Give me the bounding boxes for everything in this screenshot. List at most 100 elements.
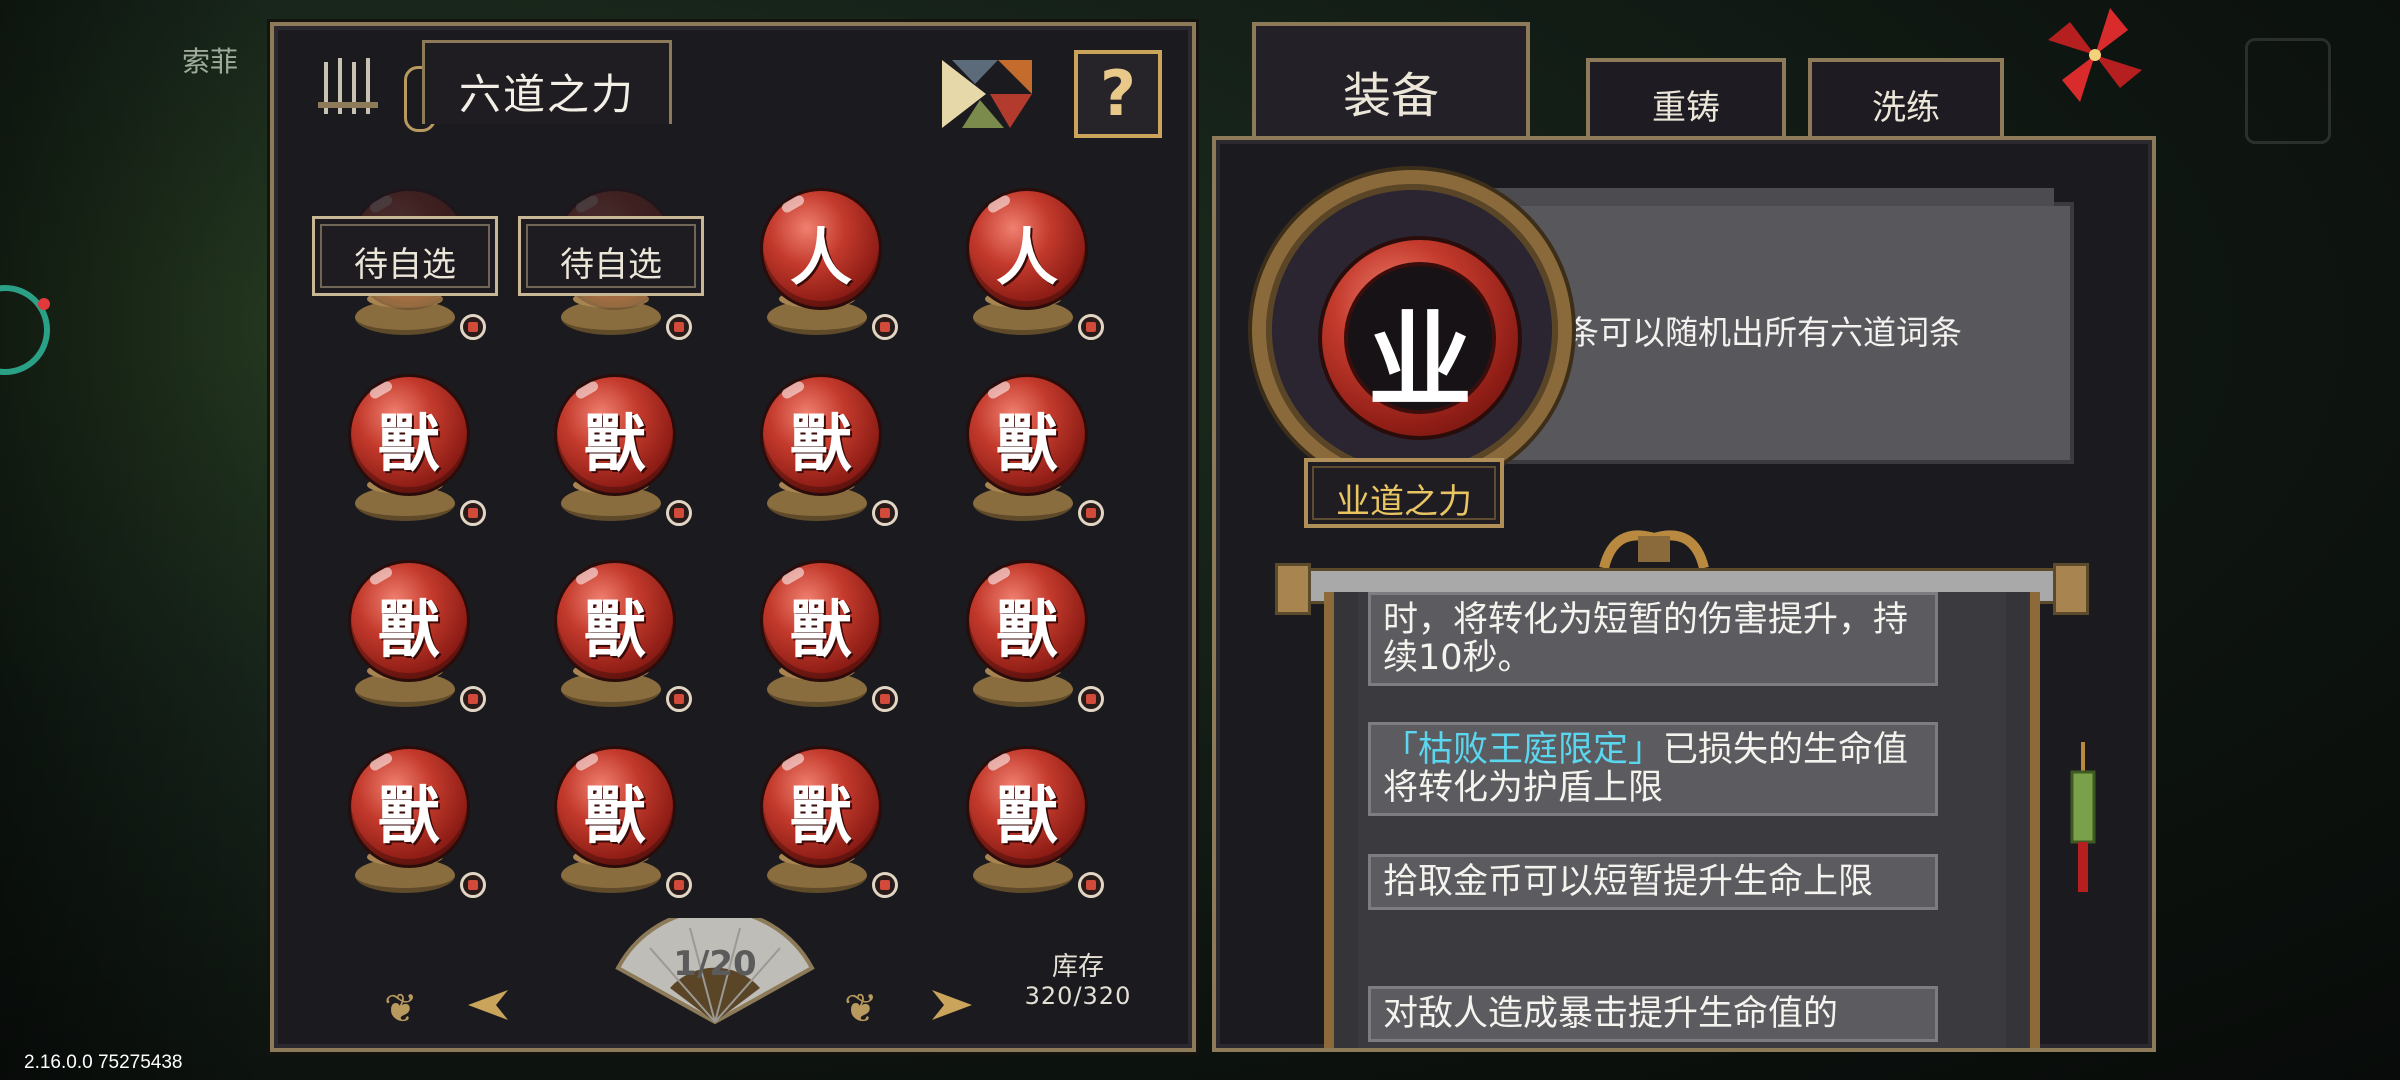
pinwheel-icon[interactable]: [2040, 0, 2150, 110]
orb-glyph: 獸: [377, 407, 440, 480]
power-slot[interactable]: 獸: [928, 360, 1118, 540]
lock-badge-icon[interactable]: [666, 686, 692, 712]
orb-glyph: 獸: [995, 407, 1058, 480]
tab-label: 重铸: [1652, 88, 1720, 128]
lock-badge-icon[interactable]: [460, 314, 486, 340]
lock-badge-icon[interactable]: [1078, 872, 1104, 898]
lock-badge-icon[interactable]: [1078, 686, 1104, 712]
power-slot[interactable]: 人: [722, 174, 912, 354]
power-slot[interactable]: 獸: [516, 546, 706, 726]
tab-equip[interactable]: 装备: [1252, 22, 1530, 140]
lock-badge-icon[interactable]: [872, 872, 898, 898]
lock-badge-icon[interactable]: [460, 686, 486, 712]
lock-badge-icon[interactable]: [460, 872, 486, 898]
affix-entry: 时，将转化为短暂的伤害提升，持续10秒。: [1368, 592, 1938, 686]
lock-badge-icon[interactable]: [872, 686, 898, 712]
player-name: 索菲: [182, 45, 239, 78]
sword-rack-icon: [318, 58, 378, 114]
power-orb[interactable]: 獸: [348, 374, 470, 496]
power-orb[interactable]: 獸: [554, 746, 676, 868]
affix-entry: 拾取金币可以短暂提升生命上限: [1368, 854, 1938, 910]
power-slot[interactable]: 待自选: [310, 174, 500, 354]
tassel-icon: [2070, 742, 2096, 892]
item-name: 业道之力: [1336, 482, 1472, 522]
orb-glyph: 獸: [377, 779, 440, 852]
lock-badge-icon[interactable]: [872, 500, 898, 526]
pending-select-label[interactable]: 待自选: [312, 216, 498, 296]
item-name-plate: 业道之力: [1304, 458, 1504, 528]
arrow-right-icon[interactable]: [930, 988, 974, 1022]
notification-dot: [38, 298, 50, 310]
lock-badge-icon[interactable]: [666, 314, 692, 340]
orb-glyph: 獸: [789, 779, 852, 852]
orb-glyph: 业: [1367, 299, 1472, 422]
affix-entry: 「枯败王庭限定」已损失的生命值将转化为护盾上限: [1368, 722, 1938, 816]
karma-orb-icon: 业: [1318, 236, 1522, 440]
help-icon: ?: [1100, 57, 1136, 130]
affix-scroll[interactable]: 时，将转化为短暂的伤害提升，持续10秒。 「枯败王庭限定」已损失的生命值将转化为…: [1324, 592, 2040, 1048]
power-orb[interactable]: 獸: [760, 560, 882, 682]
orb-glyph: 獸: [789, 593, 852, 666]
power-orb[interactable]: 獸: [554, 374, 676, 496]
orb-glyph: 獸: [583, 407, 646, 480]
arrow-left-icon[interactable]: [466, 988, 510, 1022]
cloud-ornament-right: ❦: [844, 986, 878, 1032]
power-slot[interactable]: 獸: [722, 732, 912, 912]
power-orb[interactable]: 獸: [966, 374, 1088, 496]
lock-badge-icon[interactable]: [872, 314, 898, 340]
affix-entry: 对敌人造成暴击提升生命值的: [1368, 986, 1938, 1042]
power-orb[interactable]: 獸: [760, 374, 882, 496]
stock-label: 库存: [1051, 952, 1104, 982]
help-button[interactable]: ?: [1074, 50, 1162, 138]
power-orb[interactable]: 獸: [554, 560, 676, 682]
stock-value: 320/320: [1024, 982, 1132, 1010]
six-paths-panel: 六道之力 ? 待自选 待自选人人獸獸獸獸獸獸獸獸獸獸獸獸 ❦ ❦ 1/20 库存 …: [270, 22, 1196, 1052]
power-slot[interactable]: 獸: [310, 546, 500, 726]
power-orb[interactable]: 獸: [966, 560, 1088, 682]
background-frame: [2245, 38, 2331, 144]
lock-badge-icon[interactable]: [1078, 314, 1104, 340]
power-grid: 待自选 待自选人人獸獸獸獸獸獸獸獸獸獸獸獸: [310, 174, 1140, 914]
power-orb[interactable]: 獸: [966, 746, 1088, 868]
lock-badge-icon[interactable]: [666, 500, 692, 526]
power-orb[interactable]: 獸: [760, 746, 882, 868]
background-game-world: [0, 0, 270, 1080]
cloud-ornament-left: ❦: [384, 986, 418, 1032]
version-label: 2.16.0.0 75275438: [24, 1052, 183, 1073]
page-indicator: 1/20: [673, 944, 757, 984]
orb-glyph: 獸: [995, 779, 1058, 852]
power-slot[interactable]: 待自选: [516, 174, 706, 354]
orb-glyph: 獸: [377, 593, 440, 666]
orb-glyph: 獸: [995, 593, 1058, 666]
power-orb[interactable]: 人: [966, 188, 1088, 310]
power-slot[interactable]: 獸: [310, 732, 500, 912]
power-slot[interactable]: 獸: [516, 360, 706, 540]
lock-badge-icon[interactable]: [1078, 500, 1104, 526]
power-orb[interactable]: 獸: [348, 746, 470, 868]
orb-glyph: 人: [995, 221, 1058, 294]
power-slot[interactable]: 獸: [722, 546, 912, 726]
tab-label: 装备: [1342, 68, 1439, 124]
title-tab: 六道之力: [422, 40, 672, 124]
tab-refine[interactable]: 洗练: [1808, 58, 2004, 140]
orb-glyph: 獸: [583, 593, 646, 666]
power-slot[interactable]: 人: [928, 174, 1118, 354]
equip-panel: 副词条可以随机出所有六道词条 业 业道之力 时，将转化为短暂的伤害提升，持续10…: [1212, 136, 2156, 1052]
power-orb[interactable]: 獸: [348, 560, 470, 682]
pending-select-label[interactable]: 待自选: [518, 216, 704, 296]
orb-glyph: 人: [789, 221, 852, 294]
lock-badge-icon[interactable]: [666, 872, 692, 898]
power-slot[interactable]: 獸: [516, 732, 706, 912]
power-slot[interactable]: 獸: [928, 546, 1118, 726]
power-slot[interactable]: 獸: [722, 360, 912, 540]
orb-glyph: 獸: [583, 779, 646, 852]
orb-glyph: 獸: [789, 407, 852, 480]
power-orb[interactable]: 人: [760, 188, 882, 310]
tangram-icon[interactable]: [940, 54, 1034, 134]
power-slot[interactable]: 獸: [310, 360, 500, 540]
tab-recast[interactable]: 重铸: [1586, 58, 1786, 140]
lock-badge-icon[interactable]: [460, 500, 486, 526]
selected-item-slot[interactable]: 业: [1252, 170, 1572, 490]
power-slot[interactable]: 獸: [928, 732, 1118, 912]
panel-title: 六道之力: [458, 70, 635, 119]
